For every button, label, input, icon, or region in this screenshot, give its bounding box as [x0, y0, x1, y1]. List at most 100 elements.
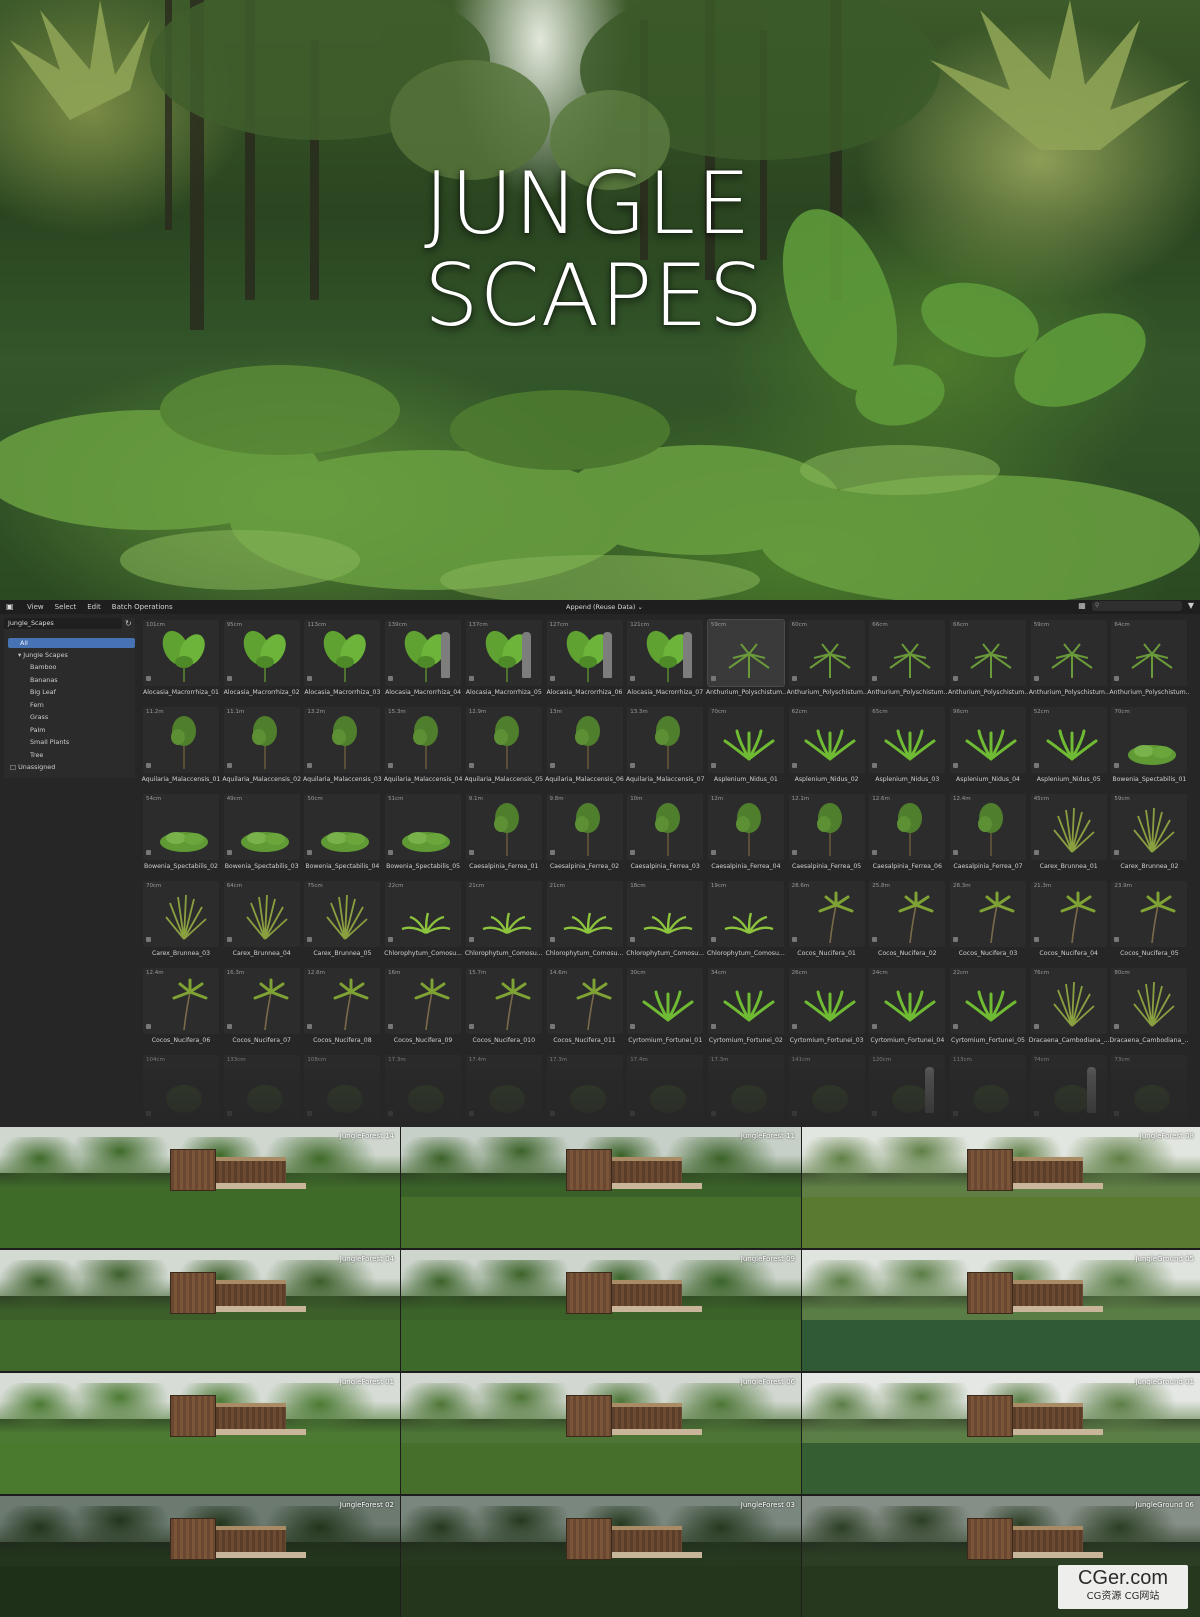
asset-tile[interactable]: 12.1m Caesalpinia_Ferrea_05: [787, 792, 865, 876]
asset-tile[interactable]: 12.6m Cocos_Nucifera_08: [302, 966, 381, 1050]
asset-tile[interactable]: 65cm Asplenium_Nidus_03: [867, 705, 946, 789]
import-method-dropdown[interactable]: Append (Reuse Data) ⌄: [562, 602, 647, 612]
menu-select[interactable]: Select: [55, 603, 77, 611]
asset-tile[interactable]: 49cm Bowenia_Spectabilis_03: [222, 792, 300, 876]
asset-tile[interactable]: 15.7m Cocos_Nucifera_010: [464, 966, 542, 1050]
catalog-item-small-plants[interactable]: Small Plants: [30, 737, 69, 747]
asset-tile[interactable]: 11.1m Aquilaria_Malaccensis_02: [222, 705, 301, 789]
asset-tile[interactable]: 30cm Cyrtomium_Fortunei_01: [625, 966, 704, 1050]
asset-tile[interactable]: 13.2m Aquilaria_Malaccensis_03: [302, 705, 382, 789]
asset-tile[interactable]: 133cm: [222, 1053, 300, 1137]
asset-tile[interactable]: 21cm Chlorophytum_Comosu...: [464, 879, 543, 963]
asset-tile[interactable]: 9.8m Caesalpinia_Ferrea_02: [545, 792, 623, 876]
asset-tile[interactable]: 120cm: [867, 1053, 946, 1137]
catalog-item-fern[interactable]: Fern: [30, 700, 44, 710]
asset-tile[interactable]: 70cm Bowenia_Spectabilis_01: [1109, 705, 1188, 789]
asset-tile[interactable]: 62cm Asplenium_Nidus_02: [787, 705, 865, 789]
asset-tile[interactable]: 64cm Anthurium_Polyschistum...: [1109, 618, 1189, 702]
asset-tile[interactable]: 9.1m Caesalpinia_Ferrea_01: [464, 792, 542, 876]
asset-tile[interactable]: 12.4m Caesalpinia_Ferrea_07: [948, 792, 1026, 876]
asset-tile[interactable]: 16m Cocos_Nucifera_09: [383, 966, 462, 1050]
refresh-icon[interactable]: ↻: [125, 619, 132, 628]
asset-tile[interactable]: 18cm Chlorophytum_Comosu...: [625, 879, 704, 963]
asset-tile[interactable]: 75cm Carex_Brunnea_05: [302, 879, 381, 963]
asset-tile[interactable]: 101cm Alocasia_Macrorrhiza_01: [141, 618, 219, 702]
asset-tile[interactable]: 66cm Anthurium_Polyschistum...: [948, 618, 1028, 702]
asset-tile[interactable]: 26cm Cyrtomium_Fortunei_03: [787, 966, 865, 1050]
asset-tile[interactable]: 17.4m: [625, 1053, 704, 1137]
asset-tile[interactable]: 15.3m Aquilaria_Malaccensis_04: [383, 705, 462, 789]
asset-tile[interactable]: 76cm Dracaena_Cambodiana_...: [1029, 966, 1109, 1050]
catalog-item-bananas[interactable]: Bananas: [30, 675, 58, 685]
asset-tile[interactable]: 59cm Anthurium_Polyschistum...: [1029, 618, 1109, 702]
asset-tile[interactable]: 12.4m Cocos_Nucifera_06: [141, 966, 219, 1050]
asset-tile[interactable]: 80cm Dracaena_Cambodiana_...: [1109, 966, 1189, 1050]
asset-tile[interactable]: 50cm Bowenia_Spectabilis_04: [302, 792, 381, 876]
asset-tile[interactable]: 22cm Cyrtomium_Fortunei_05: [948, 966, 1026, 1050]
asset-tile[interactable]: 22cm Chlorophytum_Comosu...: [383, 879, 462, 963]
asset-tile[interactable]: 45cm Carex_Brunnea_01: [1029, 792, 1107, 876]
asset-tile[interactable]: 64cm Carex_Brunnea_04: [222, 879, 300, 963]
asset-tile[interactable]: 96cm Asplenium_Nidus_04: [948, 705, 1026, 789]
asset-tile[interactable]: 51cm Bowenia_Spectabilis_05: [383, 792, 462, 876]
asset-tile[interactable]: 141cm: [787, 1053, 865, 1137]
asset-tile[interactable]: 10m Caesalpinia_Ferrea_03: [625, 792, 704, 876]
catalog-all[interactable]: All: [8, 638, 135, 648]
asset-tile[interactable]: 139cm Alocasia_Macrorrhiza_04: [383, 618, 462, 702]
menu-view[interactable]: View: [27, 603, 44, 611]
asset-tile[interactable]: 73cm: [1109, 1053, 1188, 1137]
asset-tile[interactable]: 60cm Anthurium_Polyschistum...: [787, 618, 867, 702]
asset-tile[interactable]: 95cm Alocasia_Macrorrhiza_02: [222, 618, 300, 702]
menu-edit[interactable]: Edit: [87, 603, 101, 611]
asset-tile[interactable]: 137cm Alocasia_Macrorrhiza_05: [464, 618, 542, 702]
asset-tile[interactable]: 17.3m: [545, 1053, 623, 1137]
catalog-unassigned[interactable]: □ Unassigned: [10, 762, 55, 772]
catalog-item-big-leaf[interactable]: Big Leaf: [30, 687, 56, 697]
asset-tile[interactable]: 11.2m Aquilaria_Malaccensis_01: [141, 705, 220, 789]
asset-tile[interactable]: 54cm Bowenia_Spectabilis_02: [141, 792, 219, 876]
asset-tile[interactable]: 17.3m: [706, 1053, 784, 1137]
asset-tile[interactable]: 12.6m Caesalpinia_Ferrea_06: [867, 792, 946, 876]
asset-tile[interactable]: 28.6m Cocos_Nucifera_01: [787, 879, 865, 963]
asset-tile[interactable]: 34cm Cyrtomium_Fortunei_02: [706, 966, 784, 1050]
library-dropdown[interactable]: Jungle_Scapes: [4, 618, 122, 629]
catalog-root[interactable]: ▾ Jungle Scapes: [18, 650, 68, 660]
asset-tile[interactable]: 13.3m Aquilaria_Malaccensis_07: [625, 705, 705, 789]
asset-tile[interactable]: 66cm Anthurium_Polyschistum...: [867, 618, 947, 702]
asset-tile[interactable]: 52cm Asplenium_Nidus_05: [1029, 705, 1107, 789]
menu-batch-operations[interactable]: Batch Operations: [112, 603, 173, 611]
asset-tile[interactable]: 28.3m Cocos_Nucifera_03: [948, 879, 1026, 963]
asset-tile[interactable]: 19cm Chlorophytum_Comosu...: [706, 879, 785, 963]
asset-tile[interactable]: 108cm: [302, 1053, 381, 1137]
asset-tile[interactable]: 17.4m: [464, 1053, 542, 1137]
catalog-item-grass[interactable]: Grass: [30, 712, 48, 722]
catalog-item-bamboo[interactable]: Bamboo: [30, 662, 56, 672]
asset-tile[interactable]: 121cm Alocasia_Macrorrhiza_07: [625, 618, 704, 702]
asset-tile[interactable]: 17.3m: [383, 1053, 462, 1137]
asset-tile[interactable]: 59cm Anthurium_Polyschistum...: [706, 618, 786, 702]
asset-tile[interactable]: 70cm Asplenium_Nidus_01: [706, 705, 784, 789]
asset-tile[interactable]: 21.3m Cocos_Nucifera_04: [1029, 879, 1107, 963]
asset-tile[interactable]: 12m Caesalpinia_Ferrea_04: [706, 792, 784, 876]
asset-tile[interactable]: 113cm Alocasia_Macrorrhiza_03: [302, 618, 381, 702]
asset-tile[interactable]: 59cm Carex_Brunnea_02: [1109, 792, 1188, 876]
asset-tile[interactable]: 113cm: [948, 1053, 1026, 1137]
asset-tile[interactable]: 21cm Chlorophytum_Comosu...: [545, 879, 623, 963]
asset-tile[interactable]: 16.3m Cocos_Nucifera_07: [222, 966, 300, 1050]
asset-tile[interactable]: 13m Aquilaria_Malaccensis_06: [545, 705, 624, 789]
asset-tile[interactable]: 25.8m Cocos_Nucifera_02: [867, 879, 946, 963]
filter-icon[interactable]: ▼: [1188, 601, 1194, 611]
editor-type-icon[interactable]: ▣: [6, 603, 16, 611]
asset-tile[interactable]: 12.9m Aquilaria_Malaccensis_05: [464, 705, 543, 789]
asset-tile[interactable]: 23.9m Cocos_Nucifera_05: [1109, 879, 1188, 963]
display-mode-icon[interactable]: ▦: [1078, 601, 1086, 611]
asset-tile[interactable]: 70cm Carex_Brunnea_03: [141, 879, 219, 963]
asset-tile[interactable]: 24cm Cyrtomium_Fortunei_04: [867, 966, 946, 1050]
catalog-item-tree[interactable]: Tree: [30, 750, 43, 760]
asset-tile[interactable]: 127cm Alocasia_Macrorrhiza_06: [545, 618, 623, 702]
asset-tile[interactable]: 74cm: [1029, 1053, 1107, 1137]
asset-tile[interactable]: 14.6m Cocos_Nucifera_011: [545, 966, 623, 1050]
asset-tile[interactable]: 104cm: [141, 1053, 219, 1137]
search-input[interactable]: ⚲: [1091, 601, 1182, 611]
catalog-item-palm[interactable]: Palm: [30, 725, 45, 735]
